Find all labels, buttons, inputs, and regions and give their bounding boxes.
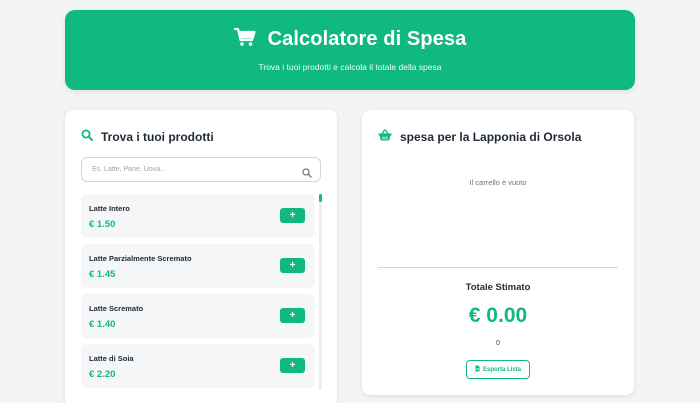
- product-item: Latte Intero € 1.50 +: [81, 194, 315, 238]
- export-list-button[interactable]: Esporta Lista: [466, 360, 530, 379]
- product-price: € 2.20: [89, 369, 116, 380]
- product-price: € 1.50: [89, 219, 116, 230]
- add-to-cart-button[interactable]: +: [280, 308, 305, 323]
- add-to-cart-button[interactable]: +: [280, 258, 305, 273]
- product-name: Latte Intero: [89, 204, 130, 213]
- cart-card: spesa per la Lapponia di Orsola Il carre…: [362, 110, 634, 395]
- empty-cart-message: Il carrello è vuoto: [469, 178, 527, 187]
- basket-icon: [378, 128, 392, 146]
- product-search-header: Trova i tuoi prodotti: [81, 128, 214, 146]
- search-input[interactable]: [82, 158, 282, 181]
- cart-title: spesa per la Lapponia di Orsola: [400, 130, 582, 144]
- product-name: Latte Scremato: [89, 304, 144, 313]
- total-label: Totale Stimato: [465, 282, 531, 293]
- cart-icon: [233, 27, 256, 52]
- header-title-row: Calcolatore di Spesa: [233, 27, 467, 52]
- product-item: Latte Scremato € 1.40 +: [81, 294, 315, 338]
- search-icon: [81, 128, 93, 146]
- cart-header: spesa per la Lapponia di Orsola: [378, 128, 581, 146]
- cart-divider: [378, 267, 618, 268]
- page-subtitle: Trova i tuoi prodotti e calcola il total…: [258, 61, 442, 72]
- product-name: Latte Parzialmente Scremato: [89, 254, 192, 263]
- search-input-icon[interactable]: [302, 165, 312, 183]
- product-search-card: Trova i tuoi prodotti Latte Intero € 1.5…: [65, 110, 337, 403]
- export-list-label: Esporta Lista: [482, 366, 521, 373]
- item-count: 0: [496, 340, 500, 347]
- file-icon: [475, 365, 480, 374]
- app-header: Calcolatore di Spesa Trova i tuoi prodot…: [65, 10, 635, 90]
- product-price: € 1.45: [89, 269, 116, 280]
- page-title: Calcolatore di Spesa: [267, 27, 467, 50]
- product-search-title: Trova i tuoi prodotti: [101, 130, 214, 144]
- add-to-cart-button[interactable]: +: [280, 208, 305, 223]
- scrollbar-thumb[interactable]: [319, 194, 322, 202]
- product-name: Latte di Soia: [89, 354, 134, 363]
- add-to-cart-button[interactable]: +: [280, 358, 305, 373]
- product-list: Latte Intero € 1.50 + Latte Parzialmente…: [81, 194, 321, 399]
- total-value: € 0.00: [468, 304, 528, 327]
- product-item: Latte di Soia € 2.20 +: [81, 344, 315, 388]
- search-box: [81, 157, 321, 182]
- scrollbar-track[interactable]: [319, 194, 322, 390]
- product-item: Latte Parzialmente Scremato € 1.45 +: [81, 244, 315, 288]
- product-price: € 1.40: [89, 319, 116, 330]
